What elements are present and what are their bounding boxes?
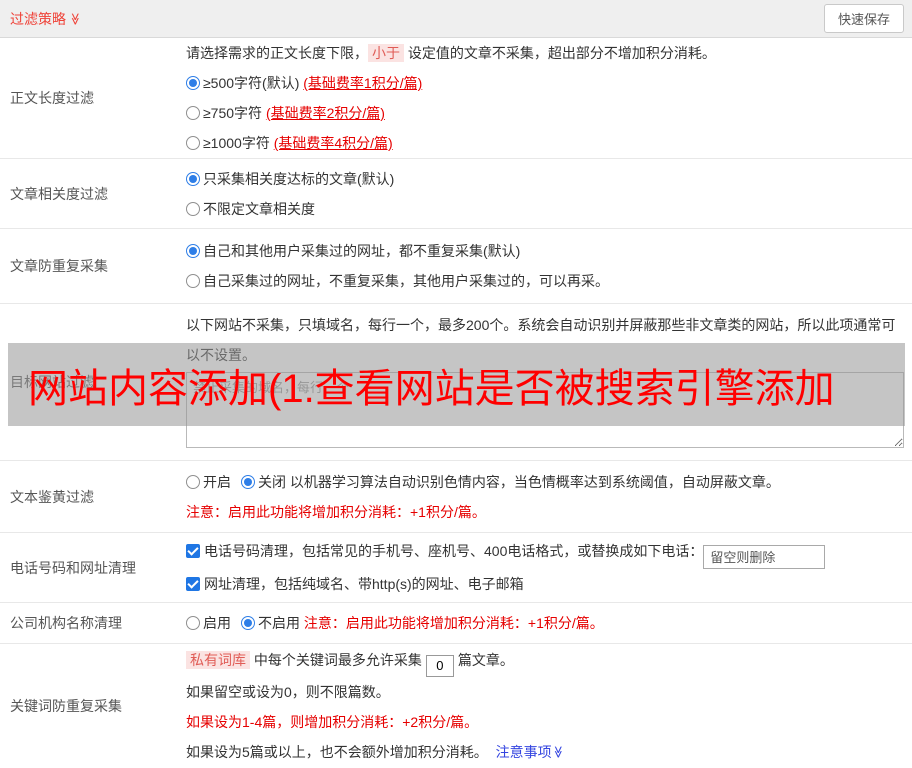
dedup-option-global: 自己和其他用户采集过的网址，都不重复采集(默认) xyxy=(186,236,904,266)
radio-dedup-global-checked[interactable] xyxy=(186,244,200,258)
radio-750[interactable] xyxy=(186,106,200,120)
row-content-area: 请选择需求的正文长度下限， 小于 设定值的文章不采集，超出部分不增加积分消耗。 ≥… xyxy=(186,38,912,158)
row-content-area: 自己和其他用户采集过的网址，都不重复采集(默认) 自己采集过的网址，不重复采集，… xyxy=(186,229,912,303)
phone-clean-line: 电话号码清理，包括常见的手机号、座机号、400电话格式，或替换成如下电话： xyxy=(186,536,904,570)
option-label[interactable]: ≥1000字符 xyxy=(203,135,274,151)
intro-text: 请选择需求的正文长度下限， xyxy=(186,45,368,61)
row-dedup: 文章防重复采集 自己和其他用户采集过的网址，都不重复采集(默认) 自己采集过的网… xyxy=(0,229,912,304)
tooltip-overlay: 网站内容添加(1.查看网站是否被搜索引擎添加 xyxy=(8,343,905,426)
row-label-dedup: 文章防重复采集 xyxy=(10,258,108,274)
radio-porn-on[interactable] xyxy=(186,474,200,489)
relevance-option-strict: 只采集相关度达标的文章(默认) xyxy=(186,164,904,194)
row-relevance: 文章相关度过滤 只采集相关度达标的文章(默认) 不限定文章相关度 xyxy=(0,159,912,229)
less-than-badge: 小于 xyxy=(368,44,404,62)
length-option-500: ≥500字符(默认) (基础费率1积分/篇) xyxy=(186,68,904,98)
porn-filter-desc: 以机器学习算法自动识别色情内容，当色情概率达到系统阈值，自动屏蔽文章。 xyxy=(289,473,780,490)
row-label-phone-url-clean: 电话号码和网址清理 xyxy=(10,559,136,576)
option-label[interactable]: ≥500字符(默认) xyxy=(203,75,303,91)
row-content-length: 正文长度过滤 请选择需求的正文长度下限， 小于 设定值的文章不采集，超出部分不增加… xyxy=(0,38,912,159)
row-keyword-dedup: 关键词防重复采集 私有词库 中每个关键词最多允许采集 篇文章。 如果留空或设为0，… xyxy=(0,644,912,768)
replacement-phone-input[interactable] xyxy=(703,545,826,570)
checkbox-phone-clean-checked[interactable] xyxy=(186,543,200,558)
keyword-note-fee: 如果设为1-4篇，则增加积分消耗：+2积分/篇。 xyxy=(186,713,479,730)
radio-500-checked[interactable] xyxy=(186,76,200,90)
option-label[interactable]: 自己采集过的网址，不重复采集，其他用户采集过的，可以再采。 xyxy=(203,273,609,289)
relevance-option-any: 不限定文章相关度 xyxy=(186,194,904,224)
radio-porn-off-checked[interactable] xyxy=(241,474,255,489)
dedup-option-self: 自己采集过的网址，不重复采集，其他用户采集过的，可以再采。 xyxy=(186,266,904,296)
option-label[interactable]: 只采集相关度达标的文章(默认) xyxy=(203,171,394,187)
row-content-area: 私有词库 中每个关键词最多允许采集 篇文章。 如果留空或设为0，则不限篇数。 如果… xyxy=(186,644,912,768)
phone-clean-label[interactable]: 电话号码清理，包括常见的手机号、座机号、400电话格式，或替换成如下电话： xyxy=(204,543,703,559)
url-clean-label[interactable]: 网址清理，包括纯域名、带http(s)的网址、电子邮箱 xyxy=(204,576,524,592)
row-content-area: 只采集相关度达标的文章(默认) 不限定文章相关度 xyxy=(186,159,912,228)
row-label-content-length: 正文长度过滤 xyxy=(10,90,94,106)
page-title-text: 过滤策略 xyxy=(10,10,66,27)
keyword-limit-line: 私有词库 中每个关键词最多允许采集 篇文章。 xyxy=(186,645,904,677)
radio-dedup-self[interactable] xyxy=(186,274,200,288)
quick-save-button[interactable]: 快速保存 xyxy=(823,4,904,33)
content-length-intro: 请选择需求的正文长度下限， 小于 设定值的文章不采集，超出部分不增加积分消耗。 xyxy=(186,38,904,68)
intro-text-tail: 设定值的文章不采集，超出部分不增加积分消耗。 xyxy=(407,45,716,61)
row-porn-filter: 文本鉴黄过滤 开启 关闭 以机器学习算法自动识别色情内容，当色情概率达到系统阈值，… xyxy=(0,461,912,533)
porn-filter-note: 注意：启用此功能将增加积分消耗：+1积分/篇。 xyxy=(186,503,486,520)
porn-filter-options: 开启 关闭 以机器学习算法自动识别色情内容，当色情概率达到系统阈值，自动屏蔽文章。 xyxy=(186,467,904,497)
keyword-limit-text: 中每个关键词最多允许采集 xyxy=(250,652,422,669)
length-option-1000: ≥1000字符 (基础费率4积分/篇) xyxy=(186,128,904,158)
company-clean-options: 启用 不启用 注意：启用此功能将增加积分消耗：+1积分/篇。 xyxy=(186,608,904,638)
notice-link-text: 注意事项 xyxy=(495,743,552,760)
radio-company-on[interactable] xyxy=(186,616,200,630)
radio-company-off-checked[interactable] xyxy=(241,616,255,630)
checkbox-url-clean-checked[interactable] xyxy=(186,577,200,592)
row-phone-url-clean: 电话号码和网址清理 电话号码清理，包括常见的手机号、座机号、400电话格式，或替… xyxy=(0,533,912,603)
row-label-keyword-dedup: 关键词防重复采集 xyxy=(10,698,122,714)
option-label[interactable]: 不启用 xyxy=(258,615,300,631)
fee-note: (基础费率2积分/篇) xyxy=(265,105,385,121)
row-content-area: 启用 不启用 注意：启用此功能将增加积分消耗：+1积分/篇。 xyxy=(186,603,912,643)
option-label[interactable]: 不限定文章相关度 xyxy=(203,201,315,217)
row-content-area: 开启 关闭 以机器学习算法自动识别色情内容，当色情概率达到系统阈值，自动屏蔽文章。… xyxy=(186,461,912,532)
radio-relevance-strict-checked[interactable] xyxy=(186,171,200,186)
chevron-down-icon: ≫ xyxy=(68,12,83,25)
row-content-area: 电话号码清理，包括常见的手机号、座机号、400电话格式，或替换成如下电话： 网址… xyxy=(186,533,912,602)
tooltip-overlay-text: 网站内容添加(1.查看网站是否被搜索引擎添加 xyxy=(28,366,835,411)
keyword-limit-tail: 篇文章。 xyxy=(457,652,514,669)
option-label[interactable]: 关闭 xyxy=(258,474,286,490)
header-bar: 过滤策略 ≫ 快速保存 xyxy=(0,0,912,38)
option-label[interactable]: 开启 xyxy=(203,474,231,490)
option-label[interactable]: 自己和其他用户采集过的网址，都不重复采集(默认) xyxy=(203,243,520,259)
keyword-note-five: 如果设为5篇或以上，也不会额外增加积分消耗。 注意事项≫ xyxy=(186,737,904,767)
radio-1000[interactable] xyxy=(186,136,200,150)
row-label-porn-filter: 文本鉴黄过滤 xyxy=(10,488,94,505)
private-lexicon-badge[interactable]: 私有词库 xyxy=(186,651,250,670)
length-option-750: ≥750字符 (基础费率2积分/篇) xyxy=(186,98,904,128)
row-label-relevance: 文章相关度过滤 xyxy=(10,185,108,202)
keyword-note-five-text: 如果设为5篇或以上，也不会额外增加积分消耗。 xyxy=(186,743,488,760)
keyword-note-zero: 如果留空或设为0，则不限篇数。 xyxy=(186,683,390,700)
chevron-down-icon: ≫ xyxy=(550,745,565,759)
page-title[interactable]: 过滤策略 ≫ xyxy=(10,9,82,29)
radio-relevance-any[interactable] xyxy=(186,201,200,216)
article-count-input[interactable] xyxy=(425,654,454,677)
url-clean-line: 网址清理，包括纯域名、带http(s)的网址、电子邮箱 xyxy=(186,569,904,599)
notice-link[interactable]: 注意事项≫ xyxy=(496,744,565,760)
filter-strategy-page: 过滤策略 ≫ 快速保存 正文长度过滤 请选择需求的正文长度下限， 小于 设定值的文章… xyxy=(0,0,912,768)
fee-note: (基础费率1积分/篇) xyxy=(303,75,423,91)
company-clean-note: 注意：启用此功能将增加积分消耗：+1积分/篇。 xyxy=(303,615,604,631)
option-label[interactable]: ≥750字符 xyxy=(203,105,266,121)
row-label-company-clean: 公司机构名称清理 xyxy=(10,615,122,631)
fee-note: (基础费率4积分/篇) xyxy=(273,135,393,151)
option-label[interactable]: 启用 xyxy=(203,615,231,631)
row-company-clean: 公司机构名称清理 启用 不启用 注意：启用此功能将增加积分消耗：+1积分/篇。 xyxy=(0,603,912,644)
